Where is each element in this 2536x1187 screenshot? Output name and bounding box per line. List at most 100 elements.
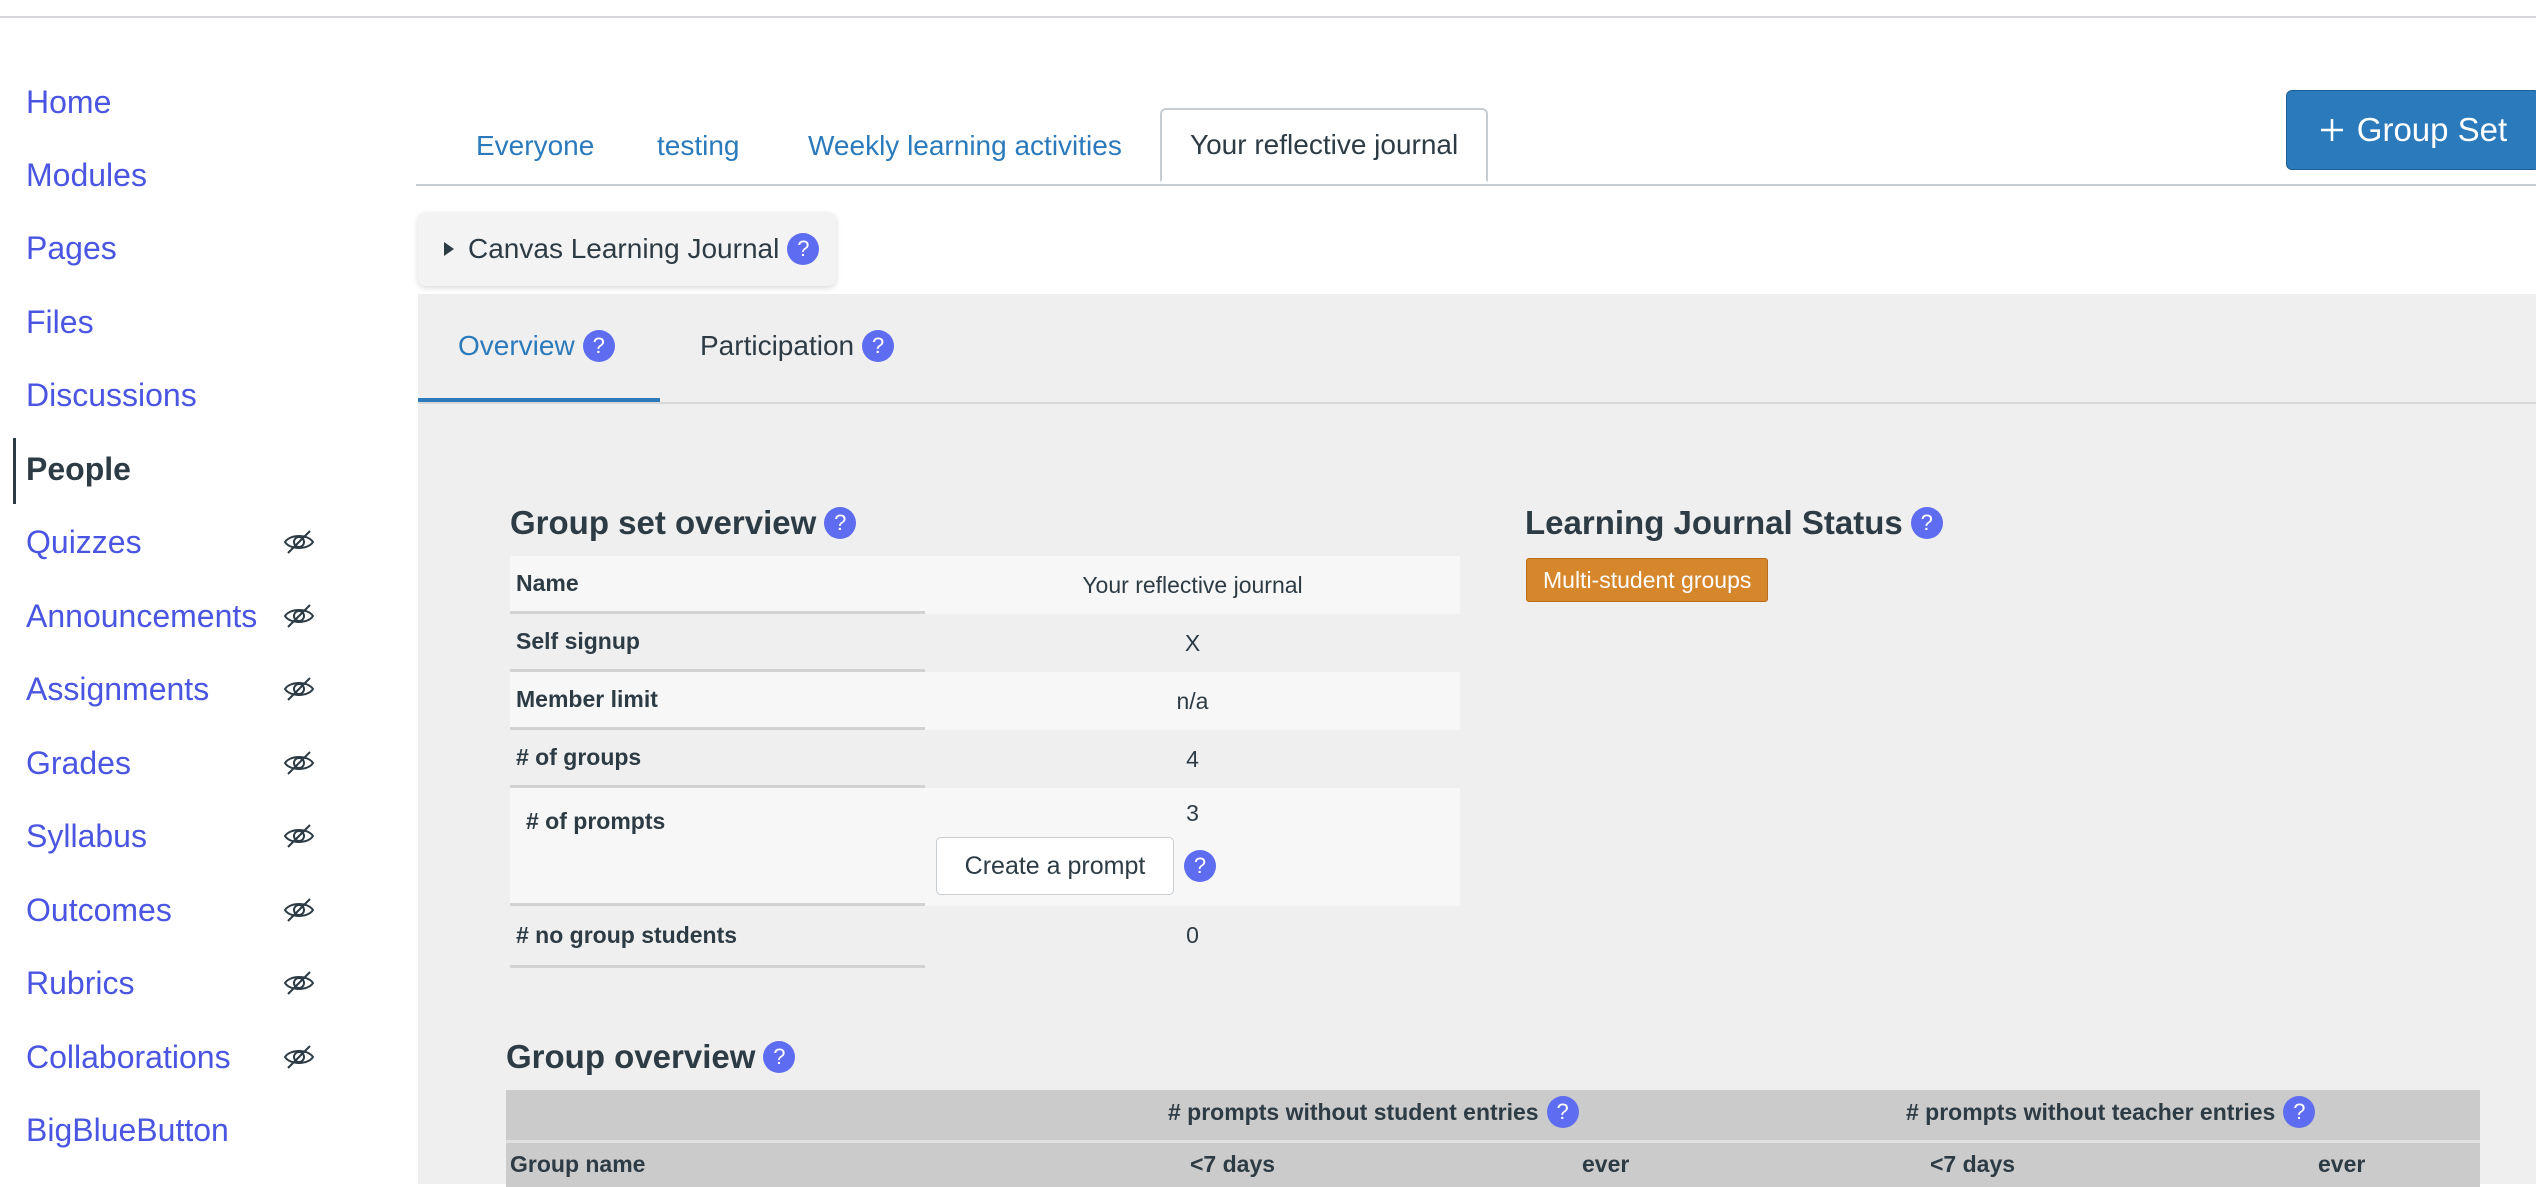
nav-label: Grades bbox=[26, 744, 131, 781]
nav-files[interactable]: Files bbox=[26, 292, 316, 352]
nav-announcements[interactable]: Announcements bbox=[26, 586, 316, 646]
row-value: 3 Create a prompt ? bbox=[925, 788, 1460, 906]
group-overview-table: # prompts without student entries ? # pr… bbox=[506, 1090, 2480, 1187]
column-header-teacher-ever[interactable]: ever bbox=[2318, 1151, 2365, 1178]
row-key: # of prompts bbox=[510, 788, 925, 906]
tab-weekly-learning-activities[interactable]: Weekly learning activities bbox=[808, 110, 1122, 182]
help-icon[interactable]: ? bbox=[763, 1041, 796, 1073]
nav-pages[interactable]: Pages bbox=[26, 218, 316, 278]
nav-assignments[interactable]: Assignments bbox=[26, 659, 316, 719]
nav-label: Discussions bbox=[26, 376, 197, 413]
help-icon[interactable]: ? bbox=[787, 233, 820, 265]
group-set-overview-heading: Group set overview ? bbox=[510, 504, 857, 542]
header-group-teacher: # prompts without teacher entries ? bbox=[1906, 1096, 2316, 1128]
hidden-eye-icon bbox=[283, 971, 315, 995]
nav-outcomes[interactable]: Outcomes bbox=[26, 880, 316, 940]
help-icon[interactable]: ? bbox=[862, 330, 895, 362]
column-header-student-7days[interactable]: <7 days bbox=[1190, 1151, 1275, 1178]
row-value: 4 bbox=[1186, 746, 1199, 772]
tab-label: Your reflective journal bbox=[1190, 129, 1459, 160]
subtab-label: Overview bbox=[458, 330, 575, 361]
subtab-label: Participation bbox=[700, 330, 855, 361]
group-set-tabs: Everyone testing Weekly learning activit… bbox=[416, 108, 2536, 186]
nav-label: Announcements bbox=[26, 597, 258, 634]
subtab-participation[interactable]: Participation ? bbox=[700, 330, 895, 362]
nav-label: Files bbox=[26, 303, 94, 340]
nav-label: Outcomes bbox=[26, 891, 172, 928]
journal-subtabs: Overview ? Participation ? bbox=[418, 294, 2536, 404]
nav-rubrics[interactable]: Rubrics bbox=[26, 953, 316, 1013]
nav-label: Rubrics bbox=[26, 964, 135, 1001]
heading-text: Learning Journal Status bbox=[1525, 504, 1903, 541]
column-header-student-ever[interactable]: ever bbox=[1582, 1151, 1629, 1178]
nav-syllabus[interactable]: Syllabus bbox=[26, 806, 316, 866]
hidden-eye-icon bbox=[283, 751, 315, 775]
nav-bigbluebutton[interactable]: BigBlueButton bbox=[26, 1100, 316, 1160]
row-key: Member limit bbox=[510, 672, 925, 730]
help-icon[interactable]: ? bbox=[1546, 1096, 1579, 1128]
learning-journal-toggle[interactable]: Canvas Learning Journal ? bbox=[418, 212, 836, 286]
row-key: Name bbox=[510, 556, 925, 614]
table-row: Name Your reflective journal bbox=[510, 556, 1460, 614]
heading-text: Group set overview bbox=[510, 504, 817, 541]
header-text: # prompts without student entries bbox=[1168, 1098, 1539, 1125]
nav-quizzes[interactable]: Quizzes bbox=[26, 512, 316, 572]
help-icon[interactable]: ? bbox=[1910, 507, 1943, 539]
prompt-count: 3 bbox=[1186, 800, 1199, 826]
add-group-set-label: Group Set bbox=[2356, 111, 2508, 148]
group-overview-heading: Group overview ? bbox=[506, 1038, 796, 1076]
hidden-eye-icon bbox=[283, 824, 315, 848]
nav-label: Collaborations bbox=[26, 1038, 231, 1075]
table-row: # of prompts 3 Create a prompt ? bbox=[510, 788, 1460, 906]
nav-label: Modules bbox=[26, 156, 147, 193]
table-row: Member limit n/a bbox=[510, 672, 1460, 730]
nav-active-indicator bbox=[13, 438, 16, 504]
create-prompt-button[interactable]: Create a prompt bbox=[936, 837, 1174, 895]
status-badge: Multi-student groups bbox=[1526, 558, 1769, 602]
tab-label: Weekly learning activities bbox=[808, 130, 1122, 161]
tab-your-reflective-journal[interactable]: Your reflective journal bbox=[1160, 108, 1489, 182]
heading-text: Group overview bbox=[506, 1038, 756, 1075]
add-group-set-button[interactable]: Group Set bbox=[2286, 90, 2536, 170]
nav-grades[interactable]: Grades bbox=[26, 733, 316, 793]
nav-label: BigBlueButton bbox=[26, 1111, 229, 1148]
nav-label: Pages bbox=[26, 229, 117, 266]
nav-discussions[interactable]: Discussions bbox=[26, 365, 316, 425]
help-icon[interactable]: ? bbox=[1184, 850, 1216, 882]
nav-label: People bbox=[26, 450, 131, 487]
hidden-eye-icon bbox=[283, 1045, 315, 1069]
learning-journal-status-heading: Learning Journal Status ? bbox=[1525, 504, 1943, 542]
hidden-eye-icon bbox=[283, 604, 315, 628]
subtab-overview[interactable]: Overview ? bbox=[458, 330, 615, 362]
table-header-row: Group name <7 days ever <7 days ever bbox=[506, 1143, 2480, 1187]
hidden-eye-icon bbox=[283, 898, 315, 922]
tab-everyone[interactable]: Everyone bbox=[476, 110, 594, 182]
top-divider bbox=[0, 16, 2536, 18]
active-subtab-indicator bbox=[418, 398, 660, 402]
nav-modules[interactable]: Modules bbox=[26, 145, 316, 205]
hidden-eye-icon bbox=[283, 530, 315, 554]
help-icon[interactable]: ? bbox=[824, 507, 857, 539]
row-value: Your reflective journal bbox=[1082, 572, 1303, 598]
row-key: Self signup bbox=[510, 614, 925, 672]
nav-collaborations[interactable]: Collaborations bbox=[26, 1027, 316, 1087]
table-row: Self signup X bbox=[510, 614, 1460, 672]
nav-label: Assignments bbox=[26, 670, 210, 707]
header-group-student: # prompts without student entries ? bbox=[1168, 1096, 1579, 1128]
row-value: n/a bbox=[1176, 688, 1209, 714]
table-row: # of groups 4 bbox=[510, 730, 1460, 788]
nav-label: Quizzes bbox=[26, 523, 142, 560]
help-icon[interactable]: ? bbox=[2283, 1096, 2316, 1128]
nav-label: Home bbox=[26, 83, 112, 120]
hidden-eye-icon bbox=[283, 677, 315, 701]
help-icon[interactable]: ? bbox=[582, 330, 615, 362]
header-text: # prompts without teacher entries bbox=[1906, 1098, 2276, 1125]
row-value: X bbox=[1184, 630, 1201, 656]
tab-label: testing bbox=[657, 130, 740, 161]
column-header-group-name[interactable]: Group name bbox=[510, 1151, 645, 1178]
nav-people[interactable]: People bbox=[26, 439, 316, 499]
nav-home[interactable]: Home bbox=[26, 72, 316, 132]
tab-testing[interactable]: testing bbox=[657, 110, 740, 182]
learning-journal-panel: Overview ? Participation ? Group set ove… bbox=[418, 294, 2536, 1187]
column-header-teacher-7days[interactable]: <7 days bbox=[1930, 1151, 2015, 1178]
